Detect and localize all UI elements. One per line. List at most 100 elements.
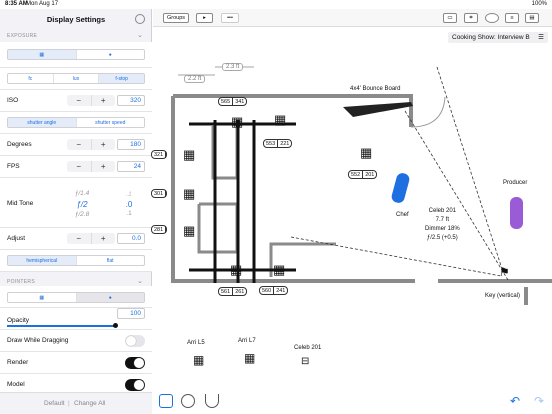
grid-view-icon[interactable]: ▦ bbox=[8, 293, 77, 302]
status-battery: 100% bbox=[531, 1, 547, 7]
filter-icon[interactable] bbox=[135, 14, 145, 24]
light-fixture-icon[interactable]: ▦ bbox=[183, 186, 195, 202]
degrees-row: Degrees − + 180 bbox=[0, 134, 152, 156]
adjust-stepper[interactable]: − + bbox=[67, 233, 115, 244]
chevron-down-icon[interactable]: ⌄ bbox=[137, 277, 143, 285]
chef-label: Chef bbox=[396, 212, 409, 218]
degrees-label: Degrees bbox=[7, 141, 32, 148]
render-row: Render bbox=[0, 352, 152, 374]
panel-footer: Default | Change All bbox=[0, 392, 152, 414]
exposure-view-segment: ▦ ● bbox=[7, 49, 145, 60]
opacity-value[interactable]: 100 bbox=[117, 308, 145, 319]
palette-item[interactable]: Arri L5 bbox=[187, 340, 205, 346]
degrees-value[interactable]: 180 bbox=[117, 139, 145, 150]
degrees-stepper[interactable]: − + bbox=[67, 139, 115, 150]
mid-tone-frac-above[interactable]: .1 bbox=[118, 191, 140, 198]
mid-tone-stop-selected[interactable]: ƒ/2 bbox=[71, 200, 93, 209]
adjust-value[interactable]: 0.0 bbox=[117, 233, 145, 244]
celeb-fixture-icon[interactable]: ⊟ bbox=[301, 356, 309, 367]
unit-fc[interactable]: fc bbox=[8, 74, 54, 83]
meter-segment: hemispherical flat bbox=[7, 255, 145, 266]
shutter-row: shutter angle shutter speed bbox=[0, 112, 152, 134]
document-icon[interactable]: ≡ bbox=[505, 13, 519, 23]
mid-tone-stop-above[interactable]: ƒ/1.4 bbox=[71, 190, 93, 197]
key-light-label: Key (vertical) bbox=[485, 293, 521, 299]
opacity-slider-thumb[interactable] bbox=[113, 323, 118, 328]
fps-label: FPS bbox=[7, 163, 20, 170]
circle-icon[interactable] bbox=[485, 13, 499, 23]
plot-bottom-toolbar: ↶ ↷ bbox=[153, 390, 552, 414]
channel-tag[interactable]: 301 bbox=[151, 189, 168, 198]
exposure-mode-row: ▦ ● bbox=[0, 42, 152, 68]
mid-tone-stop-below[interactable]: ƒ/2.8 bbox=[71, 211, 93, 218]
groups-button[interactable]: Groups bbox=[163, 13, 189, 23]
light-fixture-icon[interactable]: ▦ bbox=[230, 262, 242, 278]
draw-dragging-toggle[interactable] bbox=[125, 335, 145, 347]
palette-item[interactable]: Arri L7 bbox=[238, 338, 256, 344]
iso-stepper[interactable]: − + bbox=[67, 95, 115, 106]
fps-value[interactable]: 24 bbox=[117, 161, 145, 172]
palette-item[interactable]: Celeb 201 bbox=[294, 345, 321, 351]
model-toggle[interactable] bbox=[125, 379, 145, 391]
redo-icon[interactable]: ↷ bbox=[534, 394, 544, 408]
dimension-label[interactable]: 2.2 ft bbox=[184, 75, 206, 83]
light-fixture-icon[interactable]: ▦ bbox=[231, 114, 243, 130]
channel-tag[interactable]: 321 bbox=[151, 150, 168, 159]
pointers-view-row: ▦ ● bbox=[0, 286, 152, 308]
hemispherical-option[interactable]: hemispherical bbox=[8, 256, 77, 265]
light-fixture-icon[interactable]: ▦ bbox=[274, 112, 286, 128]
fps-row: FPS − + 24 bbox=[0, 156, 152, 178]
status-time: 8:35 AM bbox=[5, 1, 28, 7]
unit-lux[interactable]: lux bbox=[54, 74, 100, 83]
play-icon[interactable]: ▸ bbox=[196, 13, 213, 23]
channel-tag[interactable]: 561 261 bbox=[218, 287, 248, 296]
light-fixture-icon[interactable]: ▦ bbox=[183, 147, 195, 163]
light-fixture-icon[interactable]: ▦ bbox=[360, 145, 372, 161]
change-all-button[interactable]: Change All bbox=[74, 400, 105, 407]
default-button[interactable]: Default bbox=[44, 400, 65, 407]
more-button[interactable]: ••• bbox=[221, 13, 239, 23]
lock-icon[interactable] bbox=[159, 394, 173, 408]
shutter-angle-option[interactable]: shutter angle bbox=[8, 118, 77, 127]
dimension-label[interactable]: 2.3 ft bbox=[222, 63, 244, 71]
fps-stepper[interactable]: − + bbox=[67, 161, 115, 172]
globe-view-icon[interactable]: ● bbox=[76, 293, 144, 302]
light-fixture-icon[interactable]: ▦ bbox=[273, 262, 285, 278]
gobo-icon[interactable] bbox=[181, 394, 195, 408]
plot-toolbar: Groups ▸ ••• ▭ ⌗ ≡ ▤ bbox=[153, 9, 552, 27]
globe-view-icon[interactable]: ● bbox=[77, 50, 145, 59]
grid-view-icon[interactable]: ▦ bbox=[8, 50, 77, 59]
iso-value[interactable]: 320 bbox=[117, 95, 145, 106]
channel-tag[interactable]: 560 241 bbox=[259, 286, 289, 295]
flat-option[interactable]: flat bbox=[77, 256, 145, 265]
channel-tag[interactable]: 552 201 bbox=[348, 170, 378, 179]
model-label: Model bbox=[7, 381, 25, 388]
opacity-slider-track[interactable] bbox=[7, 325, 117, 327]
channel-tag[interactable]: 565 341 bbox=[218, 97, 248, 106]
status-bar: 8:35 AM Mon Aug 17 100% bbox=[0, 0, 552, 9]
chevron-down-icon[interactable]: ⌄ bbox=[137, 31, 143, 39]
shutter-speed-option[interactable]: shutter speed bbox=[77, 118, 145, 127]
layout-icon[interactable]: ▭ bbox=[443, 13, 457, 23]
units-row: fc lux f-stop bbox=[0, 68, 152, 90]
table-icon[interactable]: ▤ bbox=[525, 13, 539, 23]
crop-icon[interactable]: ⌗ bbox=[464, 13, 478, 23]
light-plot-canvas[interactable]: 2.3 ft 2.2 ft 4x4' Bounce Board 565 341 5… bbox=[151, 27, 552, 392]
settings-panel: Display Settings EXPOSURE ⌄ ▦ ● fc lux f… bbox=[0, 9, 152, 414]
mid-tone-frac-below[interactable]: .1 bbox=[118, 210, 140, 217]
render-toggle[interactable] bbox=[125, 357, 145, 369]
arri-l7-icon[interactable]: ▦ bbox=[244, 351, 255, 365]
undo-icon[interactable]: ↶ bbox=[510, 394, 520, 408]
light-fixture-icon[interactable]: ▦ bbox=[183, 223, 195, 239]
pointers-header: POINTERS bbox=[7, 279, 35, 285]
magnet-icon[interactable] bbox=[205, 394, 219, 408]
arri-l5-icon[interactable]: ▦ bbox=[193, 353, 204, 367]
producer-label: Producer bbox=[503, 180, 528, 186]
producer-figure[interactable] bbox=[510, 197, 523, 229]
opacity-label: Opacity bbox=[7, 317, 30, 324]
key-light-icon[interactable]: ⚑ bbox=[499, 265, 510, 279]
unit-fstop[interactable]: f-stop bbox=[99, 74, 144, 83]
mid-tone-frac-selected[interactable]: .0 bbox=[118, 200, 140, 209]
channel-tag[interactable]: 553 221 bbox=[263, 139, 293, 148]
channel-tag[interactable]: 281 bbox=[151, 225, 168, 234]
